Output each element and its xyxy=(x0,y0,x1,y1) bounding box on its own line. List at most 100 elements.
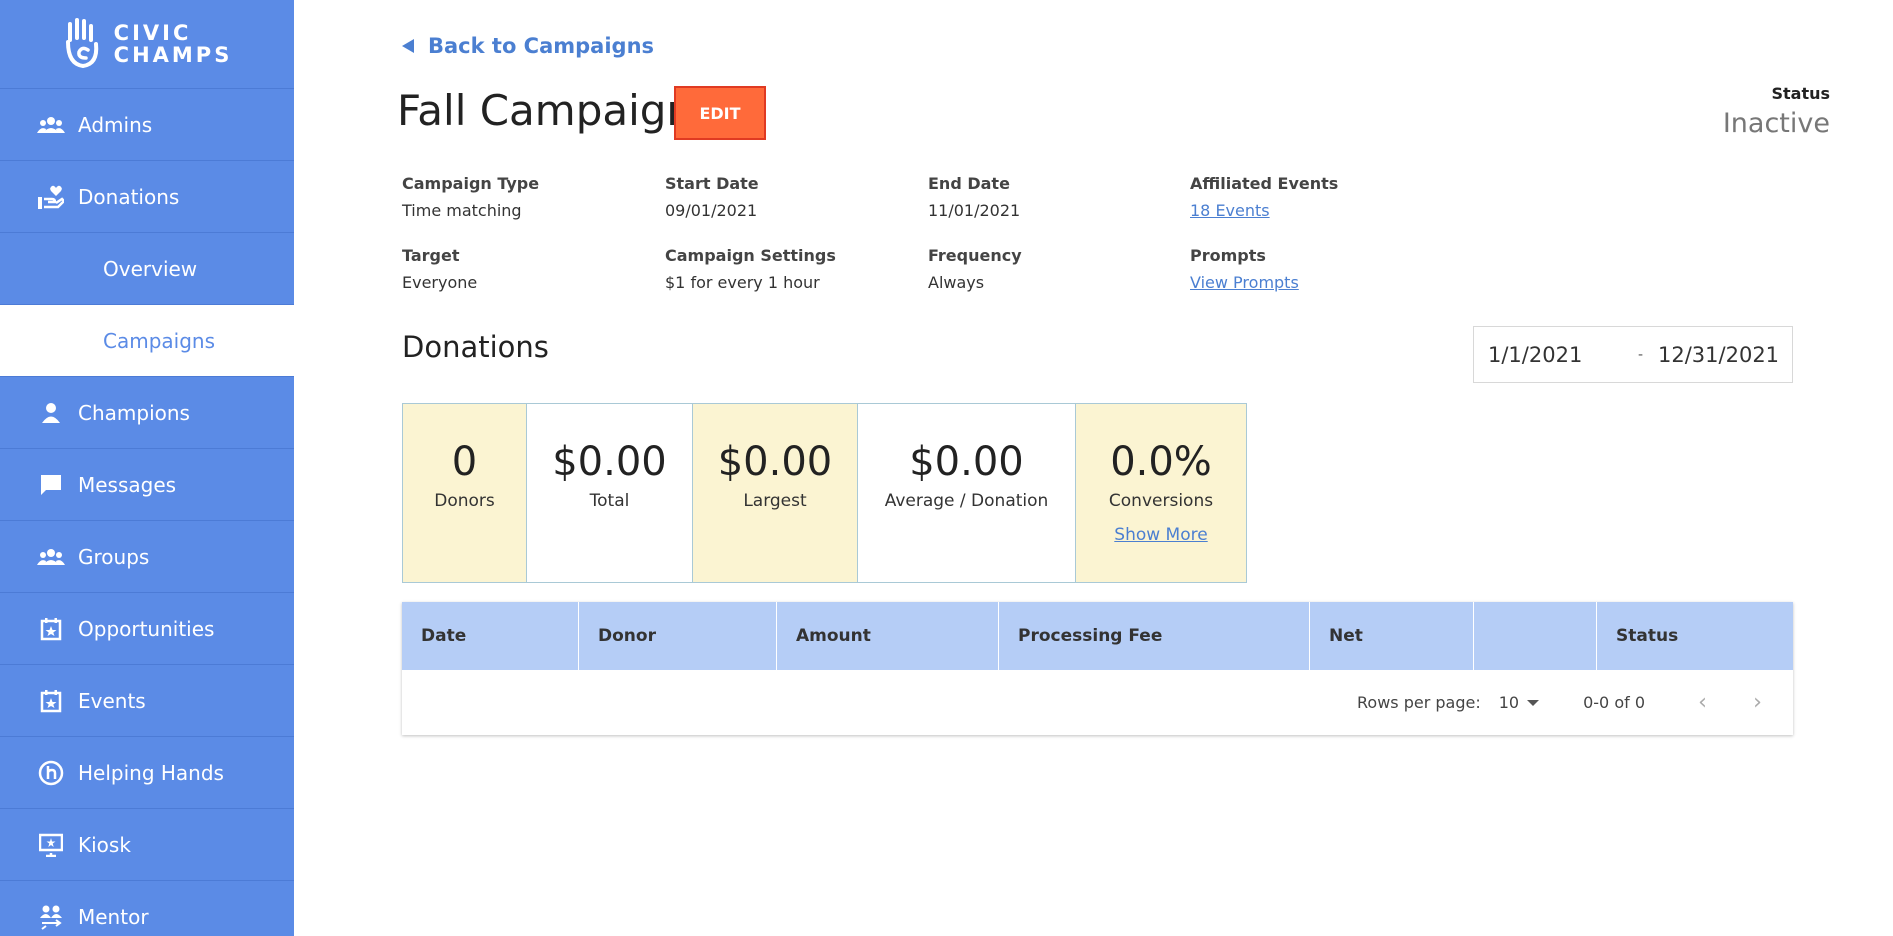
stat-caption: Conversions xyxy=(1108,491,1214,511)
logo-text-line-1: CIVIC xyxy=(113,21,192,45)
stat-total: $0.00 Total xyxy=(527,404,693,582)
stat-caption: Donors xyxy=(434,491,495,511)
group-icon xyxy=(36,545,66,569)
sidebar-item-events[interactable]: Events xyxy=(0,665,294,737)
affiliated-events-link[interactable]: 18 Events xyxy=(1190,201,1338,220)
kiosk-monitor-icon xyxy=(36,833,66,857)
show-more-link[interactable]: Show More xyxy=(1114,525,1207,545)
sidebar-item-label: Mentor xyxy=(78,904,149,929)
column-header-status[interactable]: Status xyxy=(1597,602,1793,670)
end-date-label: End Date xyxy=(928,174,1010,193)
previous-page-button[interactable]: ‹ xyxy=(1675,683,1730,723)
group-icon xyxy=(36,113,66,137)
sidebar-item-champions[interactable]: Champions xyxy=(0,377,294,449)
pagination-range: 0-0 of 0 xyxy=(1583,693,1645,712)
prompts-label: Prompts xyxy=(1190,246,1266,265)
column-header-amount[interactable]: Amount xyxy=(777,602,999,670)
status-label: Status xyxy=(1771,84,1830,103)
civic-champs-logo[interactable]: CIVIC CHAMPS xyxy=(0,0,294,89)
donations-heading: Donations xyxy=(402,330,549,364)
date-range-picker[interactable]: 1/1/2021 - 12/31/2021 xyxy=(1473,326,1793,383)
status-value: Inactive xyxy=(1722,108,1830,139)
column-header-processing-fee[interactable]: Processing Fee xyxy=(999,602,1310,670)
back-arrow-icon xyxy=(402,39,414,53)
campaign-type-field: Campaign Type Time matching xyxy=(402,174,539,220)
campaign-settings-value: $1 for every 1 hour xyxy=(665,273,820,292)
next-page-button[interactable]: › xyxy=(1730,683,1785,723)
end-date-value: 11/01/2021 xyxy=(928,201,1021,220)
stat-caption: Largest xyxy=(743,491,807,511)
sidebar-item-label: Events xyxy=(78,688,146,713)
sidebar-item-label: Kiosk xyxy=(78,832,131,857)
person-icon xyxy=(36,401,66,425)
sidebar-item-label: Groups xyxy=(78,544,150,569)
sidebar-item-label: Champions xyxy=(78,400,190,425)
sidebar-item-admins[interactable]: Admins xyxy=(0,89,294,161)
sidebar-item-messages[interactable]: Messages xyxy=(0,449,294,521)
hand-logo-icon xyxy=(65,18,98,69)
back-to-campaigns-link[interactable]: Back to Campaigns xyxy=(402,34,654,58)
stat-value: 0.0% xyxy=(1110,439,1212,485)
back-label: Back to Campaigns xyxy=(428,34,655,58)
logo-text-line-2: CHAMPS xyxy=(113,43,233,67)
sidebar-item-campaigns[interactable]: Campaigns xyxy=(0,305,294,377)
stat-value: $0.00 xyxy=(717,439,833,485)
start-date-field: Start Date 09/01/2021 xyxy=(665,174,759,220)
sidebar-item-label: Overview xyxy=(103,256,198,281)
dropdown-caret-icon xyxy=(1527,699,1540,706)
sidebar-item-opportunities[interactable]: Opportunities xyxy=(0,593,294,665)
target-value: Everyone xyxy=(402,273,478,292)
column-header-blank xyxy=(1474,602,1597,670)
stat-average-donation: $0.00 Average / Donation xyxy=(858,404,1076,582)
page-title: Fall Campaign xyxy=(397,86,694,135)
main-content: Back to Campaigns Fall Campaign EDIT Sta… xyxy=(294,0,1893,936)
calendar-star-icon xyxy=(36,617,66,641)
sidebar-item-mentor[interactable]: Mentor xyxy=(0,881,294,936)
sidebar-item-label: Helping Hands xyxy=(78,760,224,785)
sidebar-item-overview[interactable]: Overview xyxy=(0,233,294,305)
date-to-input[interactable]: 12/31/2021 xyxy=(1658,343,1779,367)
target-field: Target Everyone xyxy=(402,246,477,292)
column-header-net[interactable]: Net xyxy=(1310,602,1474,670)
donation-stats: 0 Donors $0.00 Total $0.00 Largest $0.00… xyxy=(402,403,1247,583)
mentor-icon xyxy=(36,905,66,930)
chat-bubble-icon xyxy=(36,473,66,497)
table-pagination: Rows per page: 10 0-0 of 0 ‹ › xyxy=(402,670,1793,735)
helping-hands-icon xyxy=(36,760,66,785)
sidebar-item-label: Messages xyxy=(78,472,177,497)
calendar-star-icon xyxy=(36,689,66,713)
view-prompts-link[interactable]: View Prompts xyxy=(1190,273,1299,292)
sidebar-item-label: Admins xyxy=(78,112,153,137)
sidebar-item-label: Campaigns xyxy=(103,328,216,353)
edit-button[interactable]: EDIT xyxy=(674,86,766,140)
donation-hand-heart-icon xyxy=(36,185,66,209)
rows-per-page-value: 10 xyxy=(1498,693,1520,712)
prompts-field: Prompts View Prompts xyxy=(1190,246,1299,292)
stat-value: 0 xyxy=(451,439,478,485)
affiliated-events-field: Affiliated Events 18 Events xyxy=(1190,174,1338,220)
sidebar: CIVIC CHAMPS Admins Donations Overview C… xyxy=(0,0,294,936)
sidebar-item-donations[interactable]: Donations xyxy=(0,161,294,233)
stat-caption: Total xyxy=(589,491,630,511)
end-date-field: End Date 11/01/2021 xyxy=(928,174,1020,220)
rows-per-page-select[interactable]: 10 xyxy=(1498,693,1540,712)
frequency-field: Frequency Always xyxy=(928,246,1022,292)
column-header-donor[interactable]: Donor xyxy=(579,602,777,670)
donations-table: Date Donor Amount Processing Fee Net Sta… xyxy=(402,602,1793,735)
column-header-date[interactable]: Date xyxy=(402,602,579,670)
frequency-label: Frequency xyxy=(928,246,1022,265)
sidebar-item-helping-hands[interactable]: Helping Hands xyxy=(0,737,294,809)
sidebar-item-groups[interactable]: Groups xyxy=(0,521,294,593)
rows-per-page-label: Rows per page: xyxy=(1357,693,1481,712)
date-range-separator: - xyxy=(1638,346,1644,363)
stat-value: $0.00 xyxy=(909,439,1024,485)
stat-largest: $0.00 Largest xyxy=(693,404,858,582)
campaign-settings-label: Campaign Settings xyxy=(665,246,836,265)
sidebar-item-kiosk[interactable]: Kiosk xyxy=(0,809,294,881)
table-header: Date Donor Amount Processing Fee Net Sta… xyxy=(402,602,1793,670)
stat-caption: Average / Donation xyxy=(884,491,1049,511)
date-from-input[interactable]: 1/1/2021 xyxy=(1474,343,1638,367)
start-date-value: 09/01/2021 xyxy=(665,201,758,220)
sidebar-item-label: Opportunities xyxy=(78,616,215,641)
logo-text: CIVIC CHAMPS xyxy=(114,22,233,66)
